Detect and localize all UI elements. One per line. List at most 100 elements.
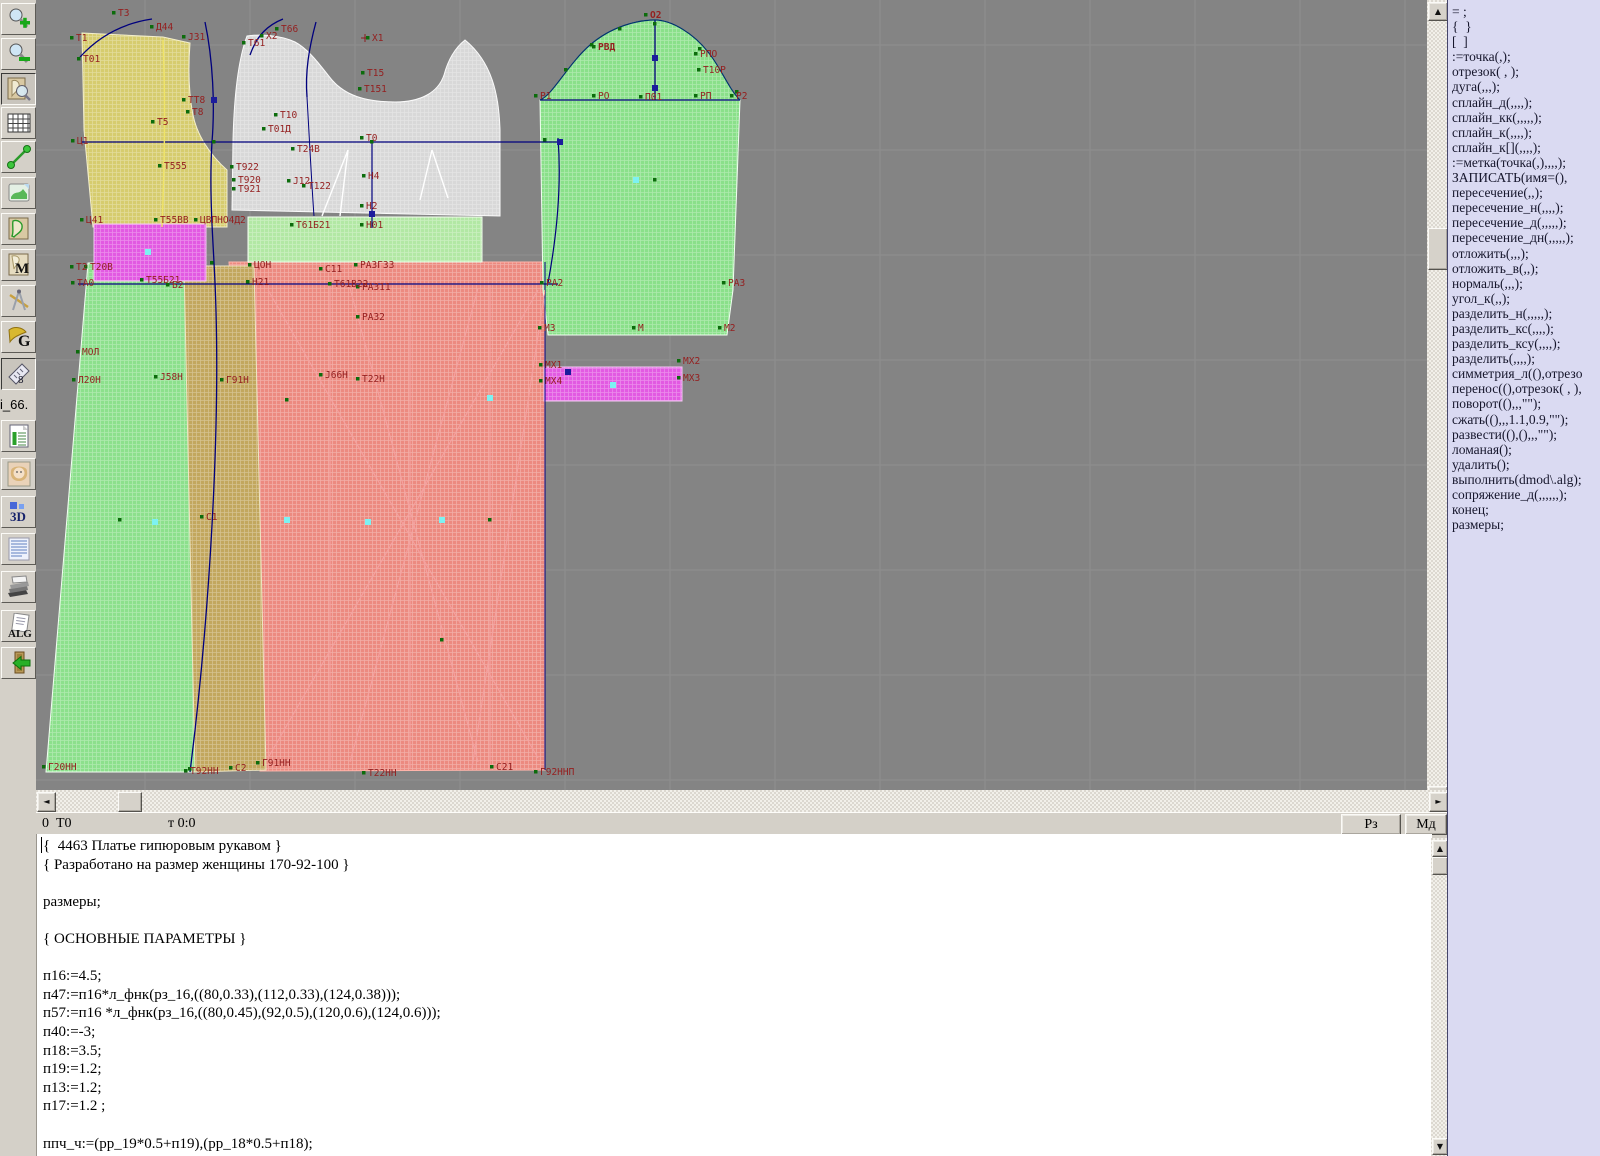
- selection-handle[interactable]: [439, 517, 445, 523]
- point-marker: [232, 178, 236, 182]
- measure-button[interactable]: [1, 141, 36, 173]
- zoom-out-button[interactable]: [1, 38, 36, 70]
- ruler-8-button[interactable]: 8: [1, 358, 36, 390]
- node-handle[interactable]: [652, 85, 658, 91]
- drafting-tools-button[interactable]: [1, 285, 36, 317]
- command-item[interactable]: дуга(,,,);: [1448, 79, 1600, 94]
- canvas-scroll-left-arrow-icon[interactable]: ◄: [37, 792, 56, 812]
- table-button[interactable]: [1, 420, 36, 452]
- pattern-piece-waist-band-green[interactable]: [248, 217, 482, 262]
- pattern-label: ЦОН: [254, 260, 271, 271]
- command-item[interactable]: сплайн_к(,,,,);: [1448, 125, 1600, 140]
- command-item[interactable]: конец;: [1448, 502, 1600, 517]
- md-button[interactable]: Мд: [1405, 814, 1447, 835]
- exit-button[interactable]: [1, 647, 36, 679]
- editor-vscroll-thumb[interactable]: [1432, 857, 1448, 875]
- command-item[interactable]: :=метка(точка(,),,,,);: [1448, 155, 1600, 170]
- pattern-label: ТА0: [77, 278, 94, 289]
- pattern-canvas[interactable]: Т3Т1Т01Д44J31Т61Х2Т66Х1Т15Т151ТТ8Т8Т5Т10…: [36, 0, 1427, 790]
- command-item[interactable]: пересечение_д(,,,,,);: [1448, 215, 1600, 230]
- canvas-scroll-right-arrow-icon[interactable]: ►: [1429, 792, 1448, 812]
- point-marker: [362, 174, 366, 178]
- canvas-vscroll-thumb[interactable]: [1428, 228, 1448, 270]
- canvas-hscrollbar[interactable]: [36, 790, 1447, 812]
- selection-handle[interactable]: [487, 395, 493, 401]
- editor-scroll-down-arrow-icon[interactable]: ▼: [1432, 1138, 1448, 1155]
- command-item[interactable]: сжать((),,,1.1,0.9,"");: [1448, 412, 1600, 427]
- command-item[interactable]: :=точка(,);: [1448, 49, 1600, 64]
- command-item[interactable]: разделить_н(,,,,,);: [1448, 306, 1600, 321]
- command-item[interactable]: = ;: [1448, 4, 1600, 19]
- command-item[interactable]: размеры;: [1448, 517, 1600, 532]
- editor-text[interactable]: { 4463 Платье гипюровым рукавом }{ Разра…: [37, 834, 1432, 1153]
- node-handle[interactable]: [557, 139, 563, 145]
- command-item[interactable]: ЗАПИСАТЬ(имя=(),: [1448, 170, 1600, 185]
- point-marker: [70, 36, 74, 40]
- node-handle[interactable]: [652, 55, 658, 61]
- picture-button[interactable]: [1, 177, 36, 209]
- piece-frame-button[interactable]: [1, 213, 36, 245]
- threed-button[interactable]: 3D: [1, 496, 36, 528]
- editor-line: [37, 911, 1432, 930]
- selection-handle[interactable]: [365, 519, 371, 525]
- command-item[interactable]: разделить_кс(,,,,);: [1448, 321, 1600, 336]
- pattern-piece-skirt-back-red[interactable]: [229, 262, 545, 771]
- text-doc-button[interactable]: [1, 533, 36, 565]
- command-item[interactable]: угол_к(,,);: [1448, 291, 1600, 306]
- command-item[interactable]: перенос((),отрезок( , ),: [1448, 381, 1600, 396]
- pattern-label: РПО: [700, 49, 717, 60]
- point-marker: [540, 281, 544, 285]
- portrait-button[interactable]: [1, 458, 36, 490]
- command-item[interactable]: разделить(,,,,);: [1448, 351, 1600, 366]
- command-item[interactable]: отложить(,,,);: [1448, 246, 1600, 261]
- command-item[interactable]: отрезок( , );: [1448, 64, 1600, 79]
- books-button[interactable]: [1, 571, 36, 603]
- command-item[interactable]: пересечение(,,);: [1448, 185, 1600, 200]
- selection-handle[interactable]: [610, 382, 616, 388]
- command-item[interactable]: нормаль(,,,);: [1448, 276, 1600, 291]
- canvas-scroll-up-arrow-icon[interactable]: ▲: [1428, 2, 1448, 21]
- command-item[interactable]: пересечение_н(,,,,);: [1448, 200, 1600, 215]
- selection-handle[interactable]: [284, 517, 290, 523]
- pattern-piece-skirt-side-tan[interactable]: [184, 266, 266, 772]
- editor-scroll-up-arrow-icon[interactable]: ▲: [1432, 840, 1448, 857]
- editor-vscrollbar[interactable]: [1431, 838, 1447, 1156]
- canvas-vscrollbar[interactable]: [1427, 0, 1447, 806]
- zoom-in-button[interactable]: [1, 3, 36, 35]
- command-item[interactable]: сплайн_к[](,,,,);: [1448, 140, 1600, 155]
- command-item[interactable]: сплайн_кк(,,,,,);: [1448, 110, 1600, 125]
- selection-handle[interactable]: [152, 519, 158, 525]
- pattern-canvas-area[interactable]: Т3Т1Т01Д44J31Т61Х2Т66Х1Т15Т151ТТ8Т8Т5Т10…: [36, 0, 1427, 790]
- editor-line: ппч_ч:=(рр_19*0.5+п19),(рр_18*0.5+п18);: [37, 1135, 1432, 1154]
- point-marker: [182, 98, 186, 102]
- command-item[interactable]: разделить_ксу(,,,,);: [1448, 336, 1600, 351]
- node-handle[interactable]: [211, 97, 217, 103]
- command-item[interactable]: выполнить(dmod\.alg);: [1448, 472, 1600, 487]
- command-item[interactable]: сплайн_д(,,,,);: [1448, 95, 1600, 110]
- selection-handle[interactable]: [145, 249, 151, 255]
- piece-m-button[interactable]: M: [1, 249, 36, 281]
- command-item[interactable]: отложить_в(,,);: [1448, 261, 1600, 276]
- command-item[interactable]: { }: [1448, 19, 1600, 34]
- node-handle[interactable]: [565, 369, 571, 375]
- command-item[interactable]: ломаная();: [1448, 442, 1600, 457]
- canvas-hscroll-thumb[interactable]: [118, 792, 142, 812]
- algorithm-editor[interactable]: { 4463 Платье гипюровым рукавом }{ Разра…: [36, 834, 1432, 1156]
- point-marker: [361, 71, 365, 75]
- rz-button[interactable]: Рз: [1341, 814, 1401, 835]
- command-item[interactable]: симметрия_л((),отрезо: [1448, 366, 1600, 381]
- command-item[interactable]: удалить();: [1448, 457, 1600, 472]
- piece-magnifier-icon: [6, 76, 32, 102]
- point-marker: [697, 68, 701, 72]
- magnifier-plus-icon: [6, 6, 32, 32]
- command-item[interactable]: [ ]: [1448, 34, 1600, 49]
- command-item[interactable]: сопряжение_д(,,,,,,);: [1448, 487, 1600, 502]
- alg-doc-button[interactable]: ALG: [1, 610, 36, 642]
- g-pattern-button[interactable]: G: [1, 321, 36, 353]
- command-item[interactable]: поворот((),,,"");: [1448, 396, 1600, 411]
- command-item[interactable]: развести((),(),,,"");: [1448, 427, 1600, 442]
- grid-button[interactable]: [1, 107, 36, 139]
- command-item[interactable]: пересечение_дн(,,,,,);: [1448, 230, 1600, 245]
- zoom-piece-button[interactable]: [1, 73, 36, 105]
- selection-handle[interactable]: [633, 177, 639, 183]
